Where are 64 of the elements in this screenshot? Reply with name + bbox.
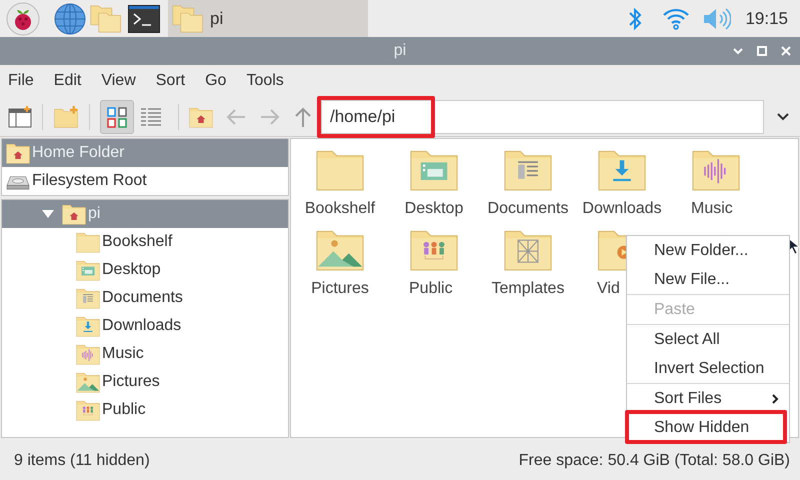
menu-item[interactable]: New File... <box>627 265 789 294</box>
new-window-icon[interactable] <box>8 106 32 128</box>
menu-item[interactable]: Sort Files <box>627 384 789 413</box>
new-folder-icon[interactable] <box>53 106 79 128</box>
menu-item[interactable]: Invert Selection <box>627 354 789 383</box>
wifi-icon[interactable] <box>663 8 690 30</box>
place-item[interactable]: Filesystem Root <box>2 167 288 195</box>
tree-item[interactable]: Documents <box>2 284 288 312</box>
home-folder-icon[interactable] <box>189 106 213 128</box>
music-folder-icon <box>76 343 100 365</box>
tree-item[interactable]: Public <box>2 396 288 424</box>
documents-folder-icon <box>76 287 100 309</box>
window-title: pi <box>394 41 406 61</box>
menu-item[interactable]: Tools <box>246 69 284 93</box>
download-folder-icon <box>76 315 100 337</box>
up-arrow-icon[interactable] <box>293 106 313 128</box>
taskbar-window-button[interactable]: pi <box>168 0 368 37</box>
clock: 19:15 <box>745 8 788 30</box>
bluetooth-icon[interactable] <box>627 6 644 30</box>
menu-item[interactable]: Edit <box>54 69 82 93</box>
folder-icon <box>76 231 100 253</box>
forward-arrow-icon[interactable] <box>259 106 281 126</box>
dropdown-caret-icon[interactable] <box>776 112 790 122</box>
menu-item[interactable]: Go <box>205 69 226 93</box>
menu-item[interactable]: View <box>101 69 136 93</box>
file-label[interactable]: Pictures <box>311 277 369 301</box>
file-label[interactable]: Music <box>691 197 733 221</box>
back-arrow-icon[interactable] <box>225 106 247 126</box>
file-label[interactable]: Bookshelf <box>304 197 376 221</box>
menu-item[interactable]: File <box>8 69 34 93</box>
tree-item[interactable]: Pictures <box>2 368 288 396</box>
file-label[interactable]: Downloads <box>582 197 662 221</box>
terminal-icon[interactable] <box>128 4 160 32</box>
maximize-icon[interactable] <box>756 45 768 57</box>
tree-item[interactable]: Downloads <box>2 312 288 340</box>
file-label[interactable]: Documents <box>488 197 568 221</box>
folders-icon <box>172 4 204 34</box>
free-space-text: Free space: 50.4 GiB (Total: 58.0 GiB) <box>518 451 790 471</box>
tree-item[interactable]: Music <box>2 340 288 368</box>
icon-view-button[interactable] <box>100 100 134 134</box>
home-folder-icon <box>6 142 30 164</box>
path-field[interactable]: /home/pi <box>321 100 764 134</box>
file-label[interactable]: Templates <box>492 277 564 301</box>
menu-item[interactable]: Select All <box>627 325 789 354</box>
people-folder-icon <box>76 399 100 421</box>
status-text: 9 items (11 hidden) <box>14 451 150 471</box>
volume-icon[interactable] <box>703 8 732 30</box>
close-icon[interactable] <box>780 45 792 57</box>
raspberry-logo[interactable] <box>6 2 40 36</box>
pictures-folder-icon <box>76 371 100 393</box>
expand-triangle-icon[interactable] <box>42 210 54 218</box>
file-label[interactable]: Desktop <box>404 197 464 221</box>
menu-item[interactable]: New Folder... <box>627 236 789 265</box>
grid-icon <box>106 106 128 128</box>
file-label[interactable]: Public <box>409 277 453 301</box>
menu-item[interactable]: Show Hidden <box>627 413 789 442</box>
file-label[interactable]: Vid <box>597 277 620 301</box>
desktop-folder-icon <box>76 259 100 281</box>
home-folder-icon <box>62 203 86 225</box>
list-icon <box>140 106 162 128</box>
globe-icon[interactable] <box>54 2 86 34</box>
tree-item[interactable]: Bookshelf <box>2 228 288 256</box>
menu-item[interactable]: Sort <box>156 69 186 93</box>
tree-item[interactable]: Desktop <box>2 256 288 284</box>
